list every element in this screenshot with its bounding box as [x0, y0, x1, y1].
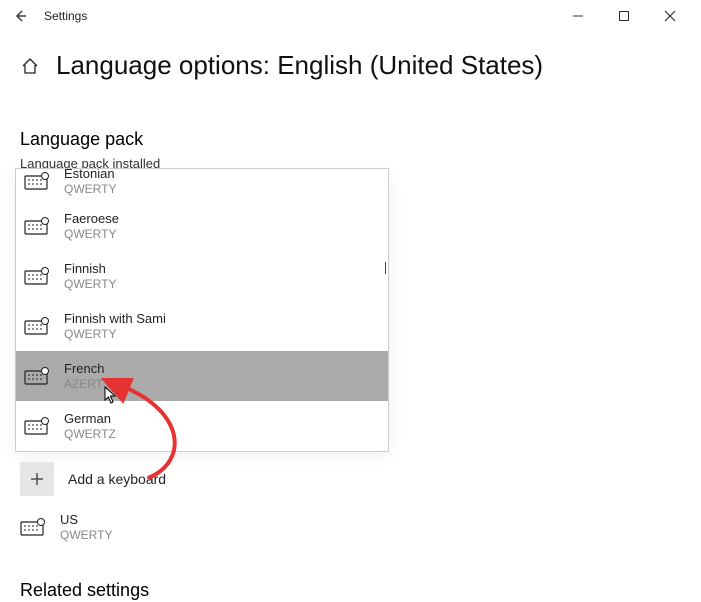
home-button[interactable]: [20, 56, 40, 76]
keyboard-picker-dropdown[interactable]: Estonian QWERTY Faeroese QWERTY: [15, 168, 389, 452]
page-header: Language options: English (United States…: [0, 32, 701, 89]
keyboard-option[interactable]: Finnish QWERTY: [16, 251, 388, 301]
add-keyboard-button[interactable]: Add a keyboard: [20, 462, 166, 496]
minimize-icon: [572, 10, 584, 22]
minimize-button[interactable]: [555, 2, 601, 30]
keyboard-layout: AZERTY: [64, 377, 111, 391]
window-title: Settings: [44, 9, 87, 23]
keyboard-icon: [24, 216, 50, 236]
titlebar: Settings: [0, 0, 701, 32]
keyboard-name: Finnish with Sami: [64, 311, 166, 327]
keyboard-layout: QWERTY: [64, 277, 116, 291]
keyboard-name: French: [64, 361, 111, 377]
keyboard-icon: [24, 171, 50, 191]
related-settings-heading: Related settings: [20, 580, 149, 601]
plus-box: [20, 462, 54, 496]
keyboard-icon: [24, 266, 50, 286]
keyboard-name: Finnish: [64, 261, 116, 277]
text-caret: [385, 262, 386, 274]
maximize-button[interactable]: [601, 2, 647, 30]
plus-icon: [29, 471, 45, 487]
add-keyboard-label: Add a keyboard: [68, 471, 166, 487]
keyboard-layout: QWERTY: [64, 182, 116, 196]
keyboard-name: German: [64, 411, 116, 427]
keyboard-name: Estonian: [64, 168, 116, 182]
keyboard-layout: QWERTY: [60, 528, 112, 542]
close-button[interactable]: [647, 2, 693, 30]
keyboard-icon: [24, 366, 50, 386]
close-icon: [664, 10, 676, 22]
keyboard-option[interactable]: German QWERTZ: [16, 401, 388, 451]
keyboard-layout: QWERTZ: [64, 427, 116, 441]
keyboard-layout: QWERTY: [64, 327, 166, 341]
page-title: Language options: English (United States…: [56, 50, 543, 81]
maximize-icon: [618, 10, 630, 22]
keyboard-layout: QWERTY: [64, 227, 119, 241]
home-icon: [21, 57, 39, 75]
back-arrow-icon: [12, 8, 28, 24]
keyboard-icon: [20, 517, 46, 537]
keyboard-option[interactable]: Finnish with Sami QWERTY: [16, 301, 388, 351]
keyboard-option[interactable]: Faeroese QWERTY: [16, 201, 388, 251]
installed-keyboard-item[interactable]: US QWERTY: [20, 512, 112, 542]
keyboard-option[interactable]: Estonian QWERTY: [16, 168, 388, 201]
language-pack-section: Language pack Language pack installed: [0, 129, 701, 171]
keyboard-icon: [24, 316, 50, 336]
keyboard-icon: [24, 416, 50, 436]
keyboard-option-selected[interactable]: French AZERTY: [16, 351, 388, 401]
keyboard-name: US: [60, 512, 112, 528]
keyboard-name: Faeroese: [64, 211, 119, 227]
back-button[interactable]: [8, 4, 32, 28]
language-pack-heading: Language pack: [20, 129, 681, 150]
